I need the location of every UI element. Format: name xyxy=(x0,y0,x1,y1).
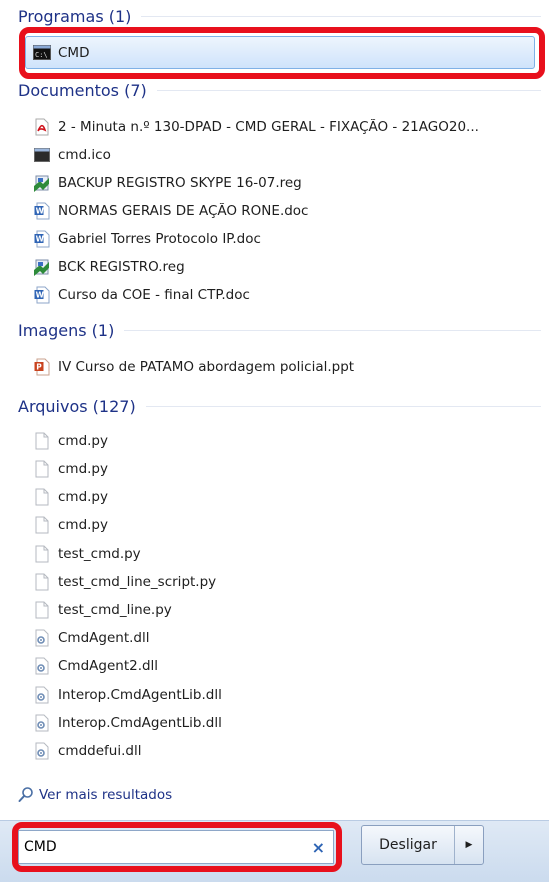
svg-text:P: P xyxy=(36,363,42,372)
result-item[interactable]: test_cmd_line_script.py xyxy=(33,569,537,595)
result-label: cmd.py xyxy=(58,433,108,449)
arrow-right-icon[interactable]: ▶ xyxy=(455,826,483,864)
result-item[interactable]: BACKUP REGISTRO SKYPE 16-07.reg xyxy=(33,170,537,196)
blank-file-icon xyxy=(33,432,51,450)
blank-file-icon xyxy=(33,573,51,591)
search-results-panel: Programas (1) C:\ CMD Documentos (7) 2 -… xyxy=(0,0,549,820)
result-item[interactable]: cmd.py xyxy=(33,512,537,538)
divider xyxy=(156,89,541,91)
search-input[interactable] xyxy=(24,839,294,855)
result-label: IV Curso de PATAMO abordagem policial.pp… xyxy=(58,359,355,375)
divider xyxy=(141,15,541,17)
result-label: Gabriel Torres Protocolo IP.doc xyxy=(58,231,261,247)
result-label: cmd.py xyxy=(58,489,108,505)
result-item[interactable]: W Curso da COE - final CTP.doc xyxy=(33,282,537,308)
blank-file-icon xyxy=(33,601,51,619)
result-item[interactable]: test_cmd_line.py xyxy=(33,597,537,623)
result-label: NORMAS GERAIS DE AÇÃO RONE.doc xyxy=(58,203,309,219)
group-header-files: Arquivos (127) xyxy=(18,394,541,418)
result-item-cmd-program[interactable]: C:\ CMD xyxy=(25,36,535,69)
search-box[interactable]: × xyxy=(18,830,334,864)
svg-text:W: W xyxy=(36,207,45,216)
divider xyxy=(124,329,541,331)
word-doc-icon: W xyxy=(33,202,51,220)
blank-file-icon xyxy=(33,516,51,534)
result-item[interactable]: cmd.ico xyxy=(33,142,537,168)
registry-file-icon xyxy=(33,258,51,276)
result-item[interactable]: cmddefui.dll xyxy=(33,738,537,764)
result-label: test_cmd_line.py xyxy=(58,602,172,618)
result-label: cmd.py xyxy=(58,461,108,477)
result-label: CmdAgent.dll xyxy=(58,630,150,646)
blank-file-icon xyxy=(33,460,51,478)
result-item[interactable]: 2 - Minuta n.º 130-DPAD - CMD GERAL - FI… xyxy=(33,114,537,140)
result-label: Curso da COE - final CTP.doc xyxy=(58,287,250,303)
result-item[interactable]: W Gabriel Torres Protocolo IP.doc xyxy=(33,226,537,252)
result-item[interactable]: Interop.CmdAgentLib.dll xyxy=(33,710,537,736)
result-label: cmd.ico xyxy=(58,147,111,163)
result-label: CMD xyxy=(58,44,90,61)
see-more-results-link[interactable]: Ver mais resultados xyxy=(18,783,172,807)
group-title: Arquivos (127) xyxy=(18,396,136,416)
group-title: Programas (1) xyxy=(18,6,132,26)
dll-file-icon xyxy=(33,714,51,732)
search-icon xyxy=(18,786,34,804)
powerpoint-icon: P xyxy=(33,358,51,376)
result-label: Interop.CmdAgentLib.dll xyxy=(58,715,222,731)
divider xyxy=(145,405,541,407)
result-item[interactable]: test_cmd.py xyxy=(33,541,537,567)
group-title: Documentos (7) xyxy=(18,80,147,100)
word-doc-icon: W xyxy=(33,230,51,248)
result-label: 2 - Minuta n.º 130-DPAD - CMD GERAL - FI… xyxy=(58,119,479,135)
result-label: CmdAgent2.dll xyxy=(58,658,159,674)
result-label: BACKUP REGISTRO SKYPE 16-07.reg xyxy=(58,175,302,191)
result-item[interactable]: CmdAgent.dll xyxy=(33,625,537,651)
result-item[interactable]: cmd.py xyxy=(33,484,537,510)
word-doc-icon: W xyxy=(33,286,51,304)
result-label: test_cmd_line_script.py xyxy=(58,574,217,590)
group-header-documents: Documentos (7) xyxy=(18,78,541,102)
cmd-console-icon: C:\ xyxy=(33,44,51,62)
clear-x-icon[interactable]: × xyxy=(312,838,325,857)
blank-file-icon xyxy=(33,488,51,506)
group-header-programs: Programas (1) xyxy=(18,4,541,28)
result-item[interactable]: cmd.py xyxy=(33,428,537,454)
registry-file-icon xyxy=(33,174,51,192)
dll-file-icon xyxy=(33,657,51,675)
result-item[interactable]: BCK REGISTRO.reg xyxy=(33,254,537,280)
svg-text:W: W xyxy=(36,291,45,300)
result-label: cmddefui.dll xyxy=(58,743,142,759)
result-item[interactable]: CmdAgent2.dll xyxy=(33,653,537,679)
ico-file-icon xyxy=(33,146,51,164)
svg-text:W: W xyxy=(36,235,45,244)
dll-file-icon xyxy=(33,629,51,647)
see-more-results-label: Ver mais resultados xyxy=(39,787,173,803)
result-item[interactable]: Interop.CmdAgentLib.dll xyxy=(33,682,537,708)
result-label: Interop.CmdAgentLib.dll xyxy=(58,687,222,703)
dll-file-icon xyxy=(33,742,51,760)
shutdown-button-group: Desligar ▶ xyxy=(361,825,484,865)
result-item[interactable]: cmd.py xyxy=(33,456,537,482)
group-title: Imagens (1) xyxy=(18,320,115,340)
svg-text:C:\: C:\ xyxy=(35,51,48,59)
result-item[interactable]: W NORMAS GERAIS DE AÇÃO RONE.doc xyxy=(33,198,537,224)
dll-file-icon xyxy=(33,686,51,704)
group-header-images: Imagens (1) xyxy=(18,318,541,342)
result-label: cmd.py xyxy=(58,517,108,533)
pdf-icon xyxy=(33,118,51,136)
result-label: test_cmd.py xyxy=(58,546,141,562)
result-item[interactable]: P IV Curso de PATAMO abordagem policial.… xyxy=(33,354,537,380)
result-label: BCK REGISTRO.reg xyxy=(58,259,185,275)
shutdown-button[interactable]: Desligar xyxy=(362,826,455,864)
blank-file-icon xyxy=(33,545,51,563)
